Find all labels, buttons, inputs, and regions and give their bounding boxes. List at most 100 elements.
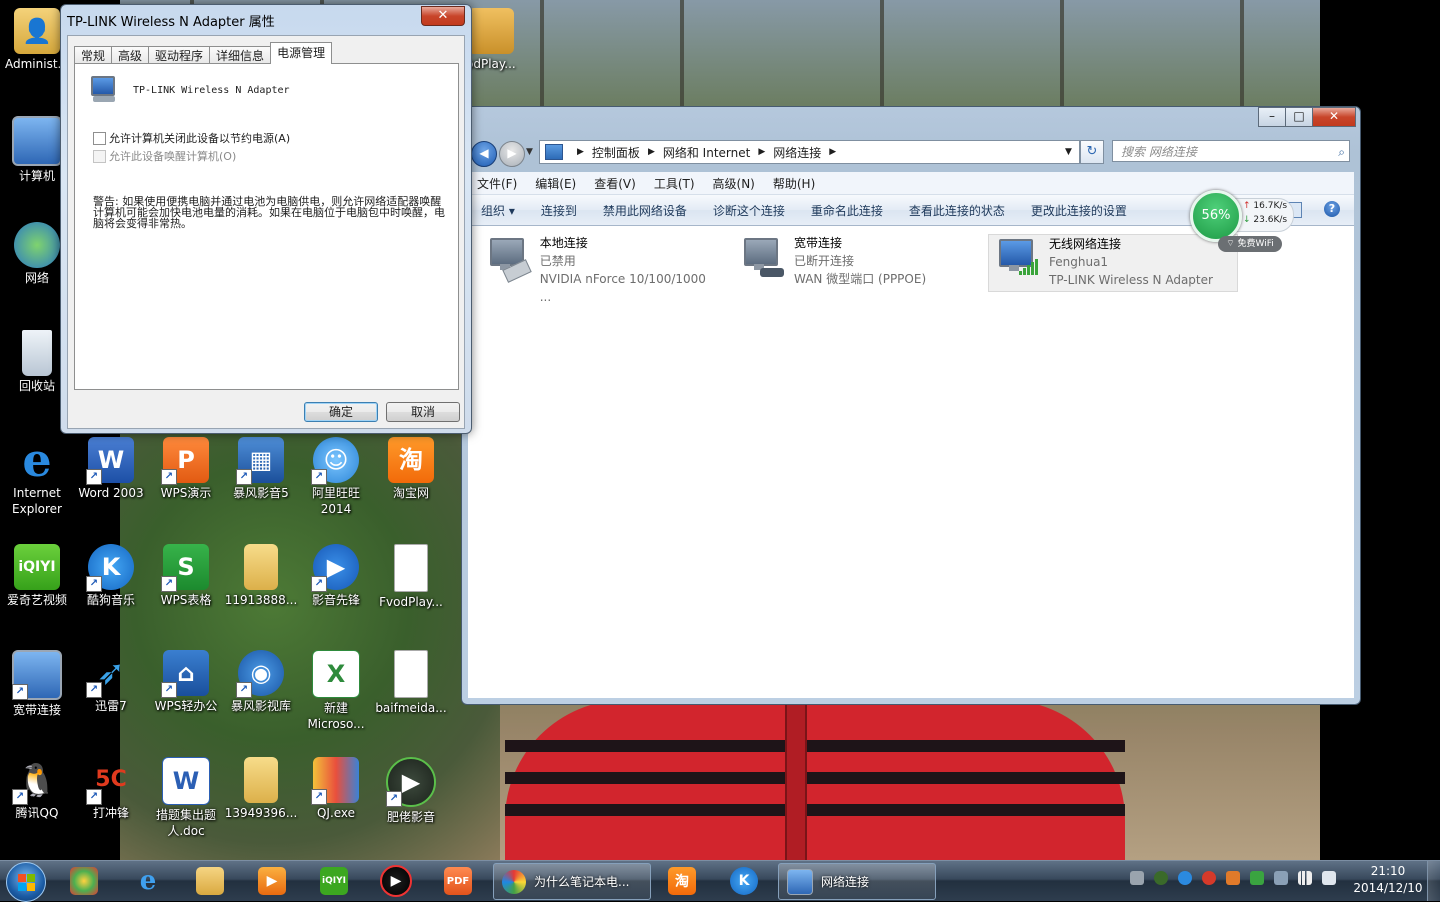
taskbar-pin-video[interactable]: ▶ [374,864,418,898]
start-button[interactable] [6,862,46,902]
desktop-icon-wps-office-lite[interactable]: ⌂ ↗ WPS轻办公 [149,650,223,714]
taskbar-task-network-connections[interactable]: 网络连接 [778,863,936,900]
desktop-icon-baofeng5[interactable]: ▦ ↗ 暴风影音5 [224,437,298,501]
desktop-icon-folder-11913888[interactable]: 11913888... [224,544,298,608]
desktop-icon-baofeng-library[interactable]: ◉ ↗ 暴风影视库 [224,650,298,714]
breadcrumb-network-connections[interactable]: 网络连接 [773,144,821,161]
desktop-icon-internet-explorer[interactable]: e Internet Explorer [0,437,74,517]
free-wifi-label: 免费WiFi [1237,239,1274,249]
menu-edit[interactable]: 编辑(E) [535,175,576,192]
desktop-icon-qq[interactable]: 🐧 ↗ 腾讯QQ [0,757,74,821]
search-icon[interactable]: ⌕ [1338,141,1345,163]
eye-icon[interactable] [1154,871,1168,885]
maximize-button[interactable]: □ [1285,107,1313,127]
desktop-icon-label: 影音先锋 [311,593,360,607]
security-icon[interactable] [1202,871,1216,885]
rename-button[interactable]: 重命名此连接 [811,202,883,219]
shield-icon[interactable] [1250,871,1264,885]
cancel-button[interactable]: 取消 [386,402,460,422]
connections-list: 本地连接 已禁用 NVIDIA nForce 10/100/1000 ... 宽… [468,226,1354,698]
search-input[interactable]: 搜索 网络连接 ⌕ [1112,140,1350,162]
forward-button[interactable]: ▶ [499,141,525,167]
keyboard-icon[interactable] [1130,871,1144,885]
menu-view[interactable]: 查看(V) [594,175,636,192]
desktop-icon-label: 迅雷7 [95,699,127,713]
diagnose-button[interactable]: 诊断这个连接 [713,202,785,219]
menu-tools[interactable]: 工具(T) [654,175,695,192]
close-button[interactable]: ✕ [1312,107,1356,127]
breadcrumb-network-internet[interactable]: 网络和 Internet [663,144,750,161]
organize-button[interactable]: 组织 ▾ [481,202,515,219]
desktop-icon-qj-exe[interactable]: ↗ QJ.exe [299,757,373,821]
desktop-icon-xfplay[interactable]: ▶ ↗ 影音先锋 [299,544,373,608]
taskbar-pin-explorer[interactable] [188,864,232,898]
desktop-icon-word-2003[interactable]: W ↗ Word 2003 [74,437,148,501]
network-accelerator-icon[interactable] [1178,871,1192,885]
network-speed-widget[interactable]: ↑ 16.7K/s ↓ 23.6K/s 56% [1190,190,1298,242]
recent-pages-dropdown[interactable]: ▼ [526,147,533,157]
clock-time: 21:10 [1370,864,1406,878]
back-button[interactable]: ◀ [471,141,497,167]
desktop-icon-kugou[interactable]: K ↗ 酷狗音乐 [74,544,148,608]
desktop-icon-doc-file[interactable]: W 措题集出题人.doc [149,757,223,839]
desktop-icon-odplay-partial[interactable]: odPlay... [466,8,526,72]
menu-advanced[interactable]: 高级(N) [713,175,755,192]
adapter-properties-dialog[interactable]: TP-LINK Wireless N Adapter 属性 ✕ 常规 高级 驱动… [60,4,472,434]
free-wifi-button[interactable]: ⌔ 免费WiFi [1218,236,1282,252]
desktop-icon-feilao-player[interactable]: ▶ ↗ 肥佬影音 [374,757,448,825]
view-status-button[interactable]: 查看此连接的状态 [909,202,1005,219]
taskbar-task-browser[interactable]: 为什么笔记本电... [493,863,651,900]
desktop-icon-new-excel[interactable]: X 新建 Microso... [299,650,373,732]
chevron-right-icon[interactable]: ▶ [829,147,836,157]
chevron-right-icon[interactable]: ▶ [577,147,584,157]
menu-file[interactable]: 文件(F) [477,175,517,192]
speaker-alert-icon[interactable] [1226,871,1240,885]
address-bar[interactable]: ▶ 控制面板 ▶ 网络和 Internet ▶ 网络连接 ▶ [539,140,1080,164]
taskbar-pin-pdf[interactable]: PDF [436,864,480,898]
chevron-right-icon[interactable]: ▶ [648,147,655,157]
breadcrumb-control-panel[interactable]: 控制面板 [592,144,640,161]
desktop-icon-baifmeida-file[interactable]: baifmeida... [374,650,448,716]
minimize-button[interactable]: – [1258,107,1286,127]
signal-strength-icon[interactable] [1298,871,1312,885]
show-desktop-button[interactable] [1427,861,1440,901]
allow-power-off-label: 允许计算机关闭此设备以节约电源(A) [109,132,291,145]
clock-date: 2014/12/10 [1353,881,1423,895]
desktop-icon-iqiyi[interactable]: iQIYI 爱奇艺视频 [0,544,74,608]
disable-device-button[interactable]: 禁用此网络设备 [603,202,687,219]
change-settings-button[interactable]: 更改此连接的设置 [1031,202,1127,219]
taskbar-pin-media-player[interactable]: ▶ [250,864,294,898]
desktop-icon-dachongfeng[interactable]: 5C ↗ 打冲锋 [74,757,148,821]
taskbar-pin-ie[interactable]: e [126,864,170,898]
desktop-icon-wps-spreadsheet[interactable]: S ↗ WPS表格 [149,544,223,608]
ok-button[interactable]: 确定 [304,402,378,422]
chevron-right-icon[interactable]: ▶ [758,147,765,157]
desktop-icon-label: WPS表格 [160,593,212,607]
connection-item-local[interactable]: 本地连接 已禁用 NVIDIA nForce 10/100/1000 ... [480,234,720,304]
desktop-icon-fvodplay-file[interactable]: FvodPlay... [374,544,448,610]
dialog-close-button[interactable]: ✕ [421,6,465,26]
desktop-icon-taobao[interactable]: 淘 淘宝网 [374,437,448,501]
connect-to-button[interactable]: 连接到 [541,202,577,219]
taskbar-pin-kugou[interactable]: K [722,864,766,898]
power-icon[interactable] [1274,871,1288,885]
help-icon[interactable]: ? [1324,201,1340,217]
battery-warning-text: 警告: 如果使用便携电脑并通过电池为电脑供电，则允许网络适配器唤醒计算机可能会加… [93,195,445,230]
connection-item-broadband[interactable]: 宽带连接 已断开连接 WAN 微型端口 (PPPOE) [734,234,974,290]
connection-item-wireless[interactable]: 无线网络连接 Fenghua1 TP-LINK Wireless N Adapt… [988,234,1238,292]
clock[interactable]: 21:10 2014/12/10 [1348,863,1428,897]
desktop-icon-wps-presentation[interactable]: P ↗ WPS演示 [149,437,223,501]
volume-icon[interactable] [1322,871,1336,885]
taskbar-pin-iqiyi[interactable]: iQIYI [312,864,356,898]
address-dropdown-icon[interactable]: ▼ [1065,147,1072,157]
refresh-button[interactable]: ↻ [1080,140,1104,164]
desktop-icon-xunlei7[interactable]: ➶ ↗ 迅雷7 [74,650,148,714]
taskbar-pin-taobao[interactable]: 淘 [660,864,704,898]
menu-help[interactable]: 帮助(H) [773,175,815,192]
desktop-icon-broadband[interactable]: ↗ 宽带连接 [0,650,74,718]
allow-power-off-checkbox[interactable]: 允许计算机关闭此设备以节约电源(A) [93,130,290,146]
desktop-icon-aliwangwang[interactable]: ☺ ↗ 阿里旺旺 2014 [299,437,373,517]
tab-power-management[interactable]: 电源管理 [270,42,333,64]
desktop-icon-folder-13949396[interactable]: 13949396... [224,757,298,821]
taskbar-pin-chrome-like[interactable] [62,864,106,898]
